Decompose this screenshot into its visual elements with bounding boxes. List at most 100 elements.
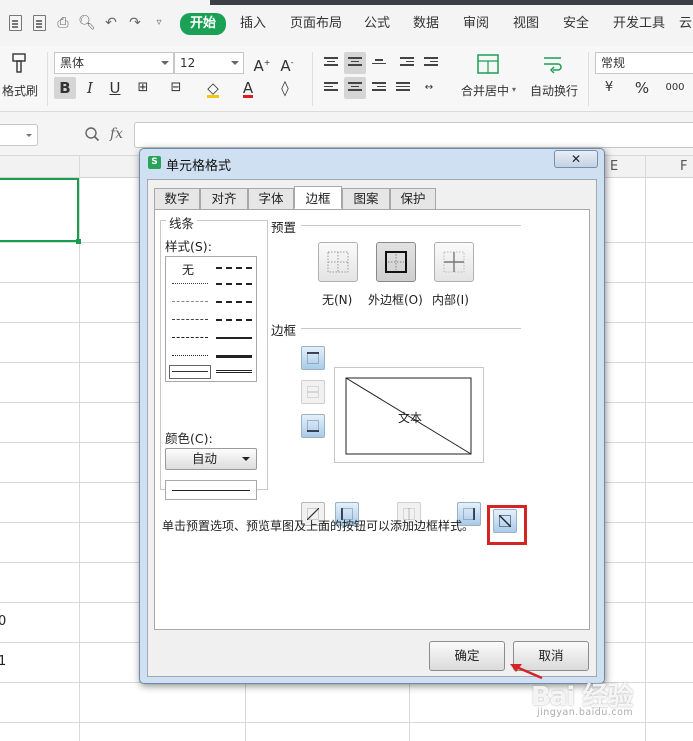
line-style-none[interactable]: 无 xyxy=(182,261,194,278)
border-preview-area[interactable]: 文本 xyxy=(334,367,484,463)
align-left-icon[interactable] xyxy=(320,77,342,99)
percent-button[interactable]: % xyxy=(631,77,653,99)
tab-cloud[interactable]: 云 xyxy=(679,14,692,34)
align-right-icon[interactable] xyxy=(368,77,390,99)
line-style-option[interactable] xyxy=(172,283,208,284)
border-bottom-button[interactable] xyxy=(301,414,325,438)
fx-function-icon[interactable]: fx xyxy=(110,126,123,142)
tab-developer[interactable]: 开发工具 xyxy=(613,14,665,34)
line-style-option[interactable] xyxy=(216,370,252,373)
line-style-option-selected[interactable] xyxy=(169,365,211,379)
pdf-icon[interactable] xyxy=(30,14,48,32)
line-style-option[interactable] xyxy=(172,371,208,372)
selected-cell[interactable] xyxy=(0,178,81,244)
cell-value[interactable]: 1 xyxy=(0,654,6,669)
column-header-e[interactable]: E xyxy=(610,159,618,174)
align-middle-icon[interactable] xyxy=(344,52,366,74)
justify-icon[interactable] xyxy=(392,77,414,99)
redo-icon[interactable]: ↷ xyxy=(126,14,144,32)
preset-inside-icon xyxy=(443,251,465,273)
underline-button[interactable]: U xyxy=(104,77,126,99)
number-format-select[interactable]: 常规 xyxy=(595,52,693,74)
close-button[interactable]: ✕ xyxy=(554,150,598,168)
tab-font[interactable]: 字体 xyxy=(248,188,294,210)
customize-chevron-icon[interactable]: ▿ xyxy=(150,14,168,32)
print-icon[interactable]: ⎙ xyxy=(54,14,72,32)
indent-increase-icon[interactable] xyxy=(420,52,442,74)
font-size-select[interactable]: 12 xyxy=(174,52,244,74)
fill-pattern-icon[interactable]: ⊟ xyxy=(165,77,187,99)
column-header-f[interactable]: F xyxy=(680,159,687,174)
tab-protection[interactable]: 保护 xyxy=(390,188,436,210)
preset-outline-button[interactable] xyxy=(376,242,416,282)
format-painter-label[interactable]: 格式刷 xyxy=(2,82,38,99)
line-style-option[interactable] xyxy=(216,301,252,303)
merge-center-button[interactable]: 合并居中 xyxy=(461,82,509,99)
preset-inside-label[interactable]: 内部(I) xyxy=(432,291,469,308)
bold-button[interactable]: B xyxy=(54,77,76,99)
align-bottom-icon[interactable] xyxy=(368,52,390,74)
align-top-icon[interactable] xyxy=(320,52,342,74)
border-top-button[interactable] xyxy=(301,346,325,370)
document-icon[interactable] xyxy=(6,14,24,32)
line-style-option[interactable] xyxy=(172,301,208,302)
line-style-option[interactable] xyxy=(172,337,208,338)
border-inside-horizontal-button[interactable] xyxy=(301,380,325,404)
tab-alignment[interactable]: 对齐 xyxy=(200,188,248,210)
menu-bar: ⎙ 🔍︎ ↶ ↷ ▿ 开始 插入 页面布局 公式 数据 审阅 视图 安全 开发工… xyxy=(0,0,693,46)
line-style-option[interactable] xyxy=(216,337,252,339)
preview-sample-text: 文本 xyxy=(398,411,423,425)
line-style-option[interactable] xyxy=(216,283,252,285)
cell-value[interactable]: 0 xyxy=(0,614,6,629)
tab-page-layout[interactable]: 页面布局 xyxy=(290,14,342,34)
tab-formulas[interactable]: 公式 xyxy=(364,14,390,34)
line-group-title: 线条 xyxy=(166,213,198,232)
line-style-option[interactable] xyxy=(216,319,252,321)
currency-icon[interactable]: ¥ xyxy=(598,77,620,99)
tab-border[interactable]: 边框 xyxy=(294,186,342,209)
tab-view[interactable]: 视图 xyxy=(513,14,539,34)
print-preview-icon[interactable]: 🔍︎ xyxy=(78,14,96,32)
fill-color-icon[interactable]: ◇ xyxy=(202,77,224,99)
preset-none-button[interactable] xyxy=(318,242,358,282)
format-painter-icon[interactable] xyxy=(10,52,30,74)
undo-icon[interactable]: ↶ xyxy=(102,14,120,32)
zoom-search-icon[interactable] xyxy=(84,126,100,142)
font-color-icon[interactable]: A xyxy=(237,77,259,99)
wrap-text-button[interactable]: 自动换行 xyxy=(530,82,578,99)
wrap-text-icon[interactable] xyxy=(541,52,565,76)
ribbon: 格式刷 黑体 12 A+ A- B I U ⊞ ⊟ ◇ A ◊ ↔ 合并居中 ▾… xyxy=(0,46,693,112)
tab-security[interactable]: 安全 xyxy=(563,14,589,34)
font-grow-icon[interactable]: A+ xyxy=(251,52,273,75)
preset-none-label[interactable]: 无(N) xyxy=(322,291,352,308)
tab-data[interactable]: 数据 xyxy=(413,14,439,34)
tab-number[interactable]: 数字 xyxy=(154,188,200,210)
line-style-list[interactable]: 无 xyxy=(165,256,257,382)
tab-home[interactable]: 开始 xyxy=(180,13,227,35)
font-name-select[interactable]: 黑体 xyxy=(54,52,174,74)
line-style-option[interactable] xyxy=(172,355,208,356)
tab-patterns[interactable]: 图案 xyxy=(342,188,390,210)
clear-eraser-icon[interactable]: ◊ xyxy=(274,77,296,99)
distribute-icon[interactable]: ↔ xyxy=(418,77,440,99)
borders-icon[interactable]: ⊞ xyxy=(132,77,154,99)
ribbon-separator xyxy=(588,52,589,106)
preset-inside-button[interactable] xyxy=(434,242,474,282)
tab-review[interactable]: 审阅 xyxy=(463,14,489,34)
name-box[interactable] xyxy=(0,124,38,146)
thousands-button[interactable]: 000 xyxy=(660,77,690,99)
italic-button[interactable]: I xyxy=(79,77,101,99)
preset-outline-label[interactable]: 外边框(O) xyxy=(368,291,423,308)
line-style-option[interactable] xyxy=(216,267,252,269)
ok-button[interactable]: 确定 xyxy=(429,641,505,671)
indent-decrease-icon[interactable] xyxy=(396,52,418,74)
line-style-option[interactable] xyxy=(172,319,208,320)
line-color-dropdown[interactable]: 自动 xyxy=(165,448,257,470)
font-shrink-icon[interactable]: A- xyxy=(276,52,298,75)
merge-chevron-icon[interactable]: ▾ xyxy=(512,85,516,94)
line-style-option[interactable] xyxy=(216,355,252,358)
align-center-icon[interactable] xyxy=(344,77,366,99)
formula-input[interactable] xyxy=(134,122,693,148)
merge-center-icon[interactable] xyxy=(476,52,500,76)
tab-insert[interactable]: 插入 xyxy=(240,14,266,34)
